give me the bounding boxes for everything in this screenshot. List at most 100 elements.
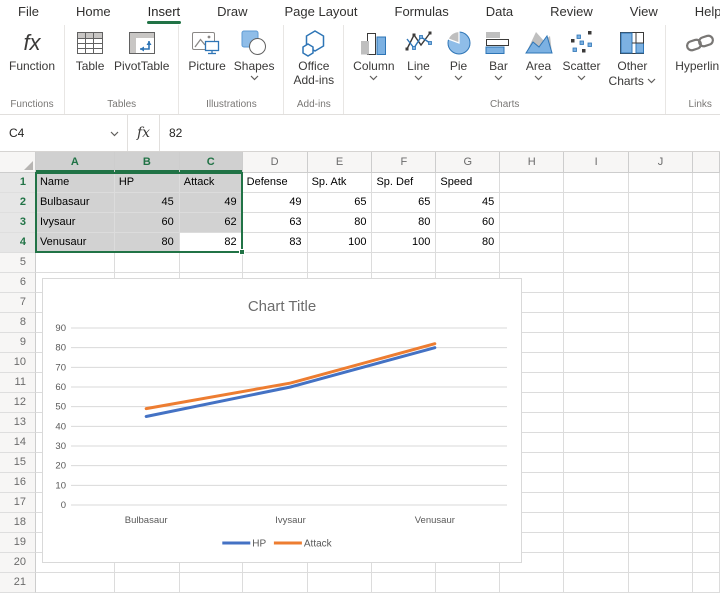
cell-B21[interactable] [115, 573, 180, 593]
cell-J2[interactable] [629, 193, 693, 213]
cell-I16[interactable] [564, 473, 629, 493]
cell-J7[interactable] [629, 293, 693, 313]
cell-A1[interactable]: Name [36, 173, 115, 193]
name-box[interactable]: C4 [0, 115, 128, 151]
cell-B4[interactable]: 80 [115, 233, 180, 253]
row-header-13[interactable]: 13 [0, 413, 36, 433]
chevron-down-icon[interactable] [577, 74, 586, 82]
cell-I5[interactable] [564, 253, 629, 273]
row-header-7[interactable]: 7 [0, 293, 36, 313]
cell-I13[interactable] [564, 413, 629, 433]
cell-K4[interactable] [693, 233, 720, 253]
row-header-17[interactable]: 17 [0, 493, 36, 513]
column-header-A[interactable]: A [36, 152, 115, 173]
column-header-C[interactable]: C [180, 152, 243, 173]
pie-button[interactable]: Pie [439, 25, 479, 82]
cell-J19[interactable] [629, 533, 693, 553]
row-header-15[interactable]: 15 [0, 453, 36, 473]
other-charts-button[interactable]: OtherCharts [605, 25, 661, 88]
column-header-I[interactable]: I [564, 152, 629, 173]
cell-I1[interactable] [564, 173, 629, 193]
cell-I18[interactable] [564, 513, 629, 533]
cell-G5[interactable] [436, 253, 500, 273]
cell-A21[interactable] [36, 573, 115, 593]
tab-insert[interactable]: Insert [148, 0, 181, 25]
cell-C2[interactable]: 49 [180, 193, 243, 213]
cell-K11[interactable] [693, 373, 720, 393]
tab-formulas[interactable]: Formulas [395, 0, 449, 25]
cell-K15[interactable] [693, 453, 720, 473]
line-button[interactable]: Line [399, 25, 439, 82]
row-header-21[interactable]: 21 [0, 573, 36, 593]
row-header-18[interactable]: 18 [0, 513, 36, 533]
cell-J8[interactable] [629, 313, 693, 333]
column-header-F[interactable]: F [372, 152, 436, 173]
row-header-11[interactable]: 11 [0, 373, 36, 393]
cell-I21[interactable] [564, 573, 629, 593]
area-button[interactable]: Area [519, 25, 559, 82]
cell-K18[interactable] [693, 513, 720, 533]
cell-I3[interactable] [564, 213, 629, 233]
row-header-8[interactable]: 8 [0, 313, 36, 333]
cell-K17[interactable] [693, 493, 720, 513]
cell-I20[interactable] [564, 553, 629, 573]
cell-D4[interactable]: 83 [243, 233, 308, 253]
cell-G4[interactable]: 80 [436, 233, 500, 253]
cell-J13[interactable] [629, 413, 693, 433]
cell-K12[interactable] [693, 393, 720, 413]
cell-E21[interactable] [308, 573, 373, 593]
column-header-D[interactable]: D [243, 152, 308, 173]
cell-H4[interactable] [500, 233, 564, 253]
cell-J16[interactable] [629, 473, 693, 493]
tab-page-layout[interactable]: Page Layout [285, 0, 358, 25]
fx-icon[interactable]: fx [128, 115, 160, 151]
cell-I19[interactable] [564, 533, 629, 553]
cell-I10[interactable] [564, 353, 629, 373]
column-header-H[interactable]: H [500, 152, 564, 173]
bar-button[interactable]: Bar [479, 25, 519, 82]
table-button[interactable]: Table [70, 25, 110, 73]
cell-I17[interactable] [564, 493, 629, 513]
cell-E5[interactable] [308, 253, 373, 273]
cell-K9[interactable] [693, 333, 720, 353]
cell-G2[interactable]: 45 [436, 193, 500, 213]
cell-K10[interactable] [693, 353, 720, 373]
cell-K7[interactable] [693, 293, 720, 313]
cell-J3[interactable] [629, 213, 693, 233]
cell-I2[interactable] [564, 193, 629, 213]
row-header-5[interactable]: 5 [0, 253, 36, 273]
cell-J5[interactable] [629, 253, 693, 273]
cell-J15[interactable] [629, 453, 693, 473]
column-header-B[interactable]: B [115, 152, 180, 173]
cell-I12[interactable] [564, 393, 629, 413]
row-header-9[interactable]: 9 [0, 333, 36, 353]
cell-A2[interactable]: Bulbasaur [36, 193, 115, 213]
cell-F21[interactable] [372, 573, 436, 593]
cell-K6[interactable] [693, 273, 720, 293]
cell-K13[interactable] [693, 413, 720, 433]
function-button[interactable]: fxFunction [5, 25, 59, 73]
row-header-20[interactable]: 20 [0, 553, 36, 573]
cell-A3[interactable]: Ivysaur [36, 213, 115, 233]
cell-I4[interactable] [564, 233, 629, 253]
tab-view[interactable]: View [630, 0, 658, 25]
cell-J9[interactable] [629, 333, 693, 353]
cell-K21[interactable] [693, 573, 720, 593]
cell-A5[interactable] [36, 253, 115, 273]
hyperlink-button[interactable]: Hyperlink [671, 25, 720, 73]
cell-A4[interactable]: Venusaur [36, 233, 115, 253]
cell-J20[interactable] [629, 553, 693, 573]
cell-G21[interactable] [436, 573, 500, 593]
cell-I8[interactable] [564, 313, 629, 333]
cell-J21[interactable] [629, 573, 693, 593]
cell-B3[interactable]: 60 [115, 213, 180, 233]
tab-home[interactable]: Home [76, 0, 111, 25]
chevron-down-icon[interactable] [534, 74, 543, 82]
cell-I15[interactable] [564, 453, 629, 473]
row-header-12[interactable]: 12 [0, 393, 36, 413]
embedded-chart[interactable]: Chart Title0102030405060708090BulbasaurI… [42, 278, 522, 563]
cell-H1[interactable] [500, 173, 564, 193]
cell-B5[interactable] [115, 253, 180, 273]
cell-C5[interactable] [180, 253, 243, 273]
cell-I14[interactable] [564, 433, 629, 453]
